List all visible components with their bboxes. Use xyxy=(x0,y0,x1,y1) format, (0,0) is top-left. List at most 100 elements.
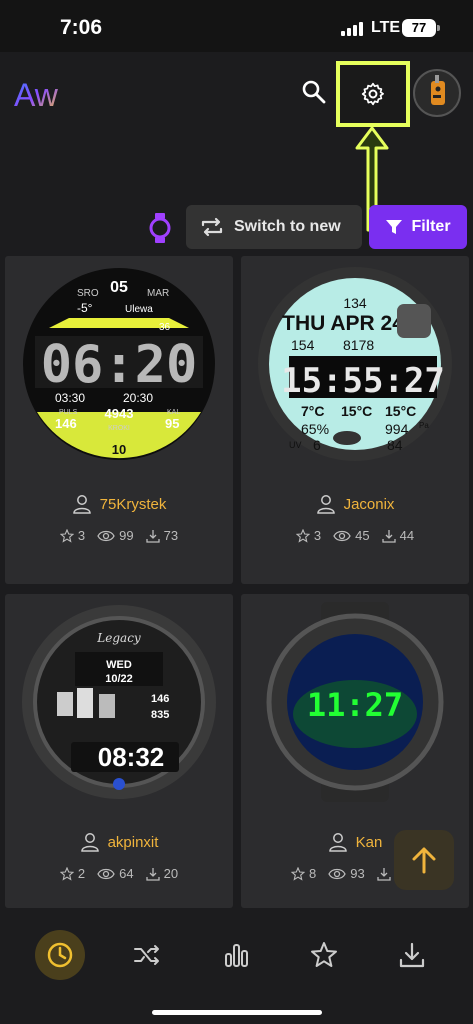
stat-stars: 2 xyxy=(59,866,86,881)
watchface-card[interactable]: Legacy WED 10/22 146 835 08:32 akpinxit … xyxy=(5,594,233,908)
face-day: SRO xyxy=(77,288,99,299)
face-kal: 95 xyxy=(165,416,179,431)
avatar[interactable] xyxy=(413,69,461,117)
avatar-image xyxy=(431,75,445,105)
watchface-card[interactable]: 134 THU APR 24 154 8178 15:55:27 7°C 15°… xyxy=(241,256,469,584)
face-pressure: 994 xyxy=(385,421,409,437)
author-row[interactable]: akpinxit xyxy=(5,832,233,852)
downloads-count: 20 xyxy=(163,866,179,881)
nav-downloads[interactable] xyxy=(387,930,437,980)
views-count: 99 xyxy=(119,528,134,543)
face-puls: 146 xyxy=(55,416,77,431)
watchface-preview[interactable]: Legacy WED 10/22 146 835 08:32 xyxy=(19,602,219,802)
filter-icon xyxy=(386,220,403,234)
face-time: 11:27 xyxy=(307,686,403,724)
stat-downloads: 73 xyxy=(145,528,179,543)
status-bar: 7:06 LTE 77 xyxy=(0,0,473,52)
eye-icon xyxy=(328,868,346,879)
battery-icon: 77 xyxy=(402,19,436,37)
toolbar: Switch to new Filter xyxy=(0,205,473,251)
eye-icon xyxy=(97,530,115,541)
eye-icon xyxy=(97,868,115,879)
face-steps: 8178 xyxy=(343,337,374,353)
status-time: 7:06 xyxy=(60,16,103,39)
face-date: 10/22 xyxy=(105,673,133,685)
face-v2: 835 xyxy=(151,709,169,721)
settings-button[interactable] xyxy=(336,61,410,127)
stats-row: 2 64 20 xyxy=(5,866,233,881)
author-name: Jaconix xyxy=(343,495,395,513)
clock-icon xyxy=(47,942,73,968)
stars-count: 2 xyxy=(77,866,86,881)
watchface-preview[interactable]: 134 THU APR 24 154 8178 15:55:27 7°C 15°… xyxy=(255,264,455,464)
face-month: MAR xyxy=(147,288,169,299)
watchface-grid: 05 SRO MAR -5° Ulewa 36 06:20 03:30 20:3… xyxy=(0,256,473,908)
watchface-preview[interactable]: 05 SRO MAR -5° Ulewa 36 06:20 03:30 20:3… xyxy=(19,264,219,464)
watchface-card[interactable]: 05 SRO MAR -5° Ulewa 36 06:20 03:30 20:3… xyxy=(5,256,233,584)
battery-tip xyxy=(437,25,440,31)
stat-views: 99 xyxy=(97,528,134,543)
star-nav-icon xyxy=(311,942,337,967)
stat-downloads: 20 xyxy=(145,866,179,881)
nav-favorites[interactable] xyxy=(299,930,349,980)
bar-chart-icon xyxy=(225,944,248,967)
nav-recent[interactable] xyxy=(35,930,85,980)
stats-row: 3 99 73 xyxy=(5,528,233,543)
face-uv-label: UV xyxy=(289,440,302,450)
stat-stars: 3 xyxy=(59,528,85,543)
user-icon xyxy=(72,495,91,514)
face-pct: 84 xyxy=(387,437,403,453)
search-icon[interactable] xyxy=(300,78,328,106)
face-v1: 146 xyxy=(151,693,169,705)
stat-views: 45 xyxy=(333,528,370,543)
face-temp: -5° xyxy=(77,301,93,315)
face-city: Ulewa xyxy=(125,304,153,315)
stat-stars: 3 xyxy=(295,528,321,543)
user-icon xyxy=(316,495,335,514)
face-time: 15:55:27 xyxy=(281,361,445,401)
face-time: 08:32 xyxy=(98,742,165,772)
face-battery: 36 xyxy=(159,322,171,333)
face-puls-label: PULS xyxy=(59,409,78,416)
watch-icon[interactable] xyxy=(147,213,173,243)
author-row[interactable]: Jaconix xyxy=(241,494,469,514)
author-row[interactable]: 75Krystek xyxy=(5,494,233,514)
face-alt: 134 xyxy=(343,295,367,311)
views-count: 64 xyxy=(119,866,134,881)
switch-to-new-button[interactable]: Switch to new xyxy=(186,205,362,249)
user-icon xyxy=(80,833,99,852)
stars-count: 8 xyxy=(309,866,317,881)
face-top-date: 05 xyxy=(110,279,128,296)
signal-icon xyxy=(341,22,365,36)
app-header: Aw xyxy=(0,52,473,232)
app-logo[interactable]: Aw xyxy=(14,74,58,114)
face-hr: 154 xyxy=(291,337,315,353)
downloads-count: 73 xyxy=(163,528,179,543)
download-icon xyxy=(377,867,391,881)
nav-random[interactable] xyxy=(122,930,172,980)
nav-stats[interactable] xyxy=(211,930,261,980)
face-temp2: 15°C xyxy=(341,403,372,419)
download-icon xyxy=(381,529,396,543)
download-icon xyxy=(145,867,160,881)
watchface-preview[interactable]: 11:27 xyxy=(255,602,455,802)
views-count: 93 xyxy=(350,866,365,881)
views-count: 45 xyxy=(355,528,370,543)
face-kal-label: KAL xyxy=(167,409,180,416)
face-pressure-unit: Pa xyxy=(419,421,429,430)
face-steps-label: KROKI xyxy=(108,425,130,432)
face-alarm: 03:30 xyxy=(55,391,85,405)
face-hum: 65% xyxy=(301,421,329,437)
stat-stars: 8 xyxy=(291,866,316,881)
star-icon xyxy=(59,866,74,881)
face-day: WED xyxy=(106,659,132,671)
stat-views: 64 xyxy=(97,866,134,881)
filter-button[interactable]: Filter xyxy=(369,205,467,249)
scroll-top-button[interactable] xyxy=(394,830,454,890)
download-nav-icon xyxy=(399,942,425,968)
logo-text: Aw xyxy=(14,77,58,113)
stat-downloads xyxy=(377,867,391,881)
face-timer: 20:30 xyxy=(123,391,153,405)
face-temp1: 7°C xyxy=(301,403,325,419)
switch-label: Switch to new xyxy=(234,218,341,235)
